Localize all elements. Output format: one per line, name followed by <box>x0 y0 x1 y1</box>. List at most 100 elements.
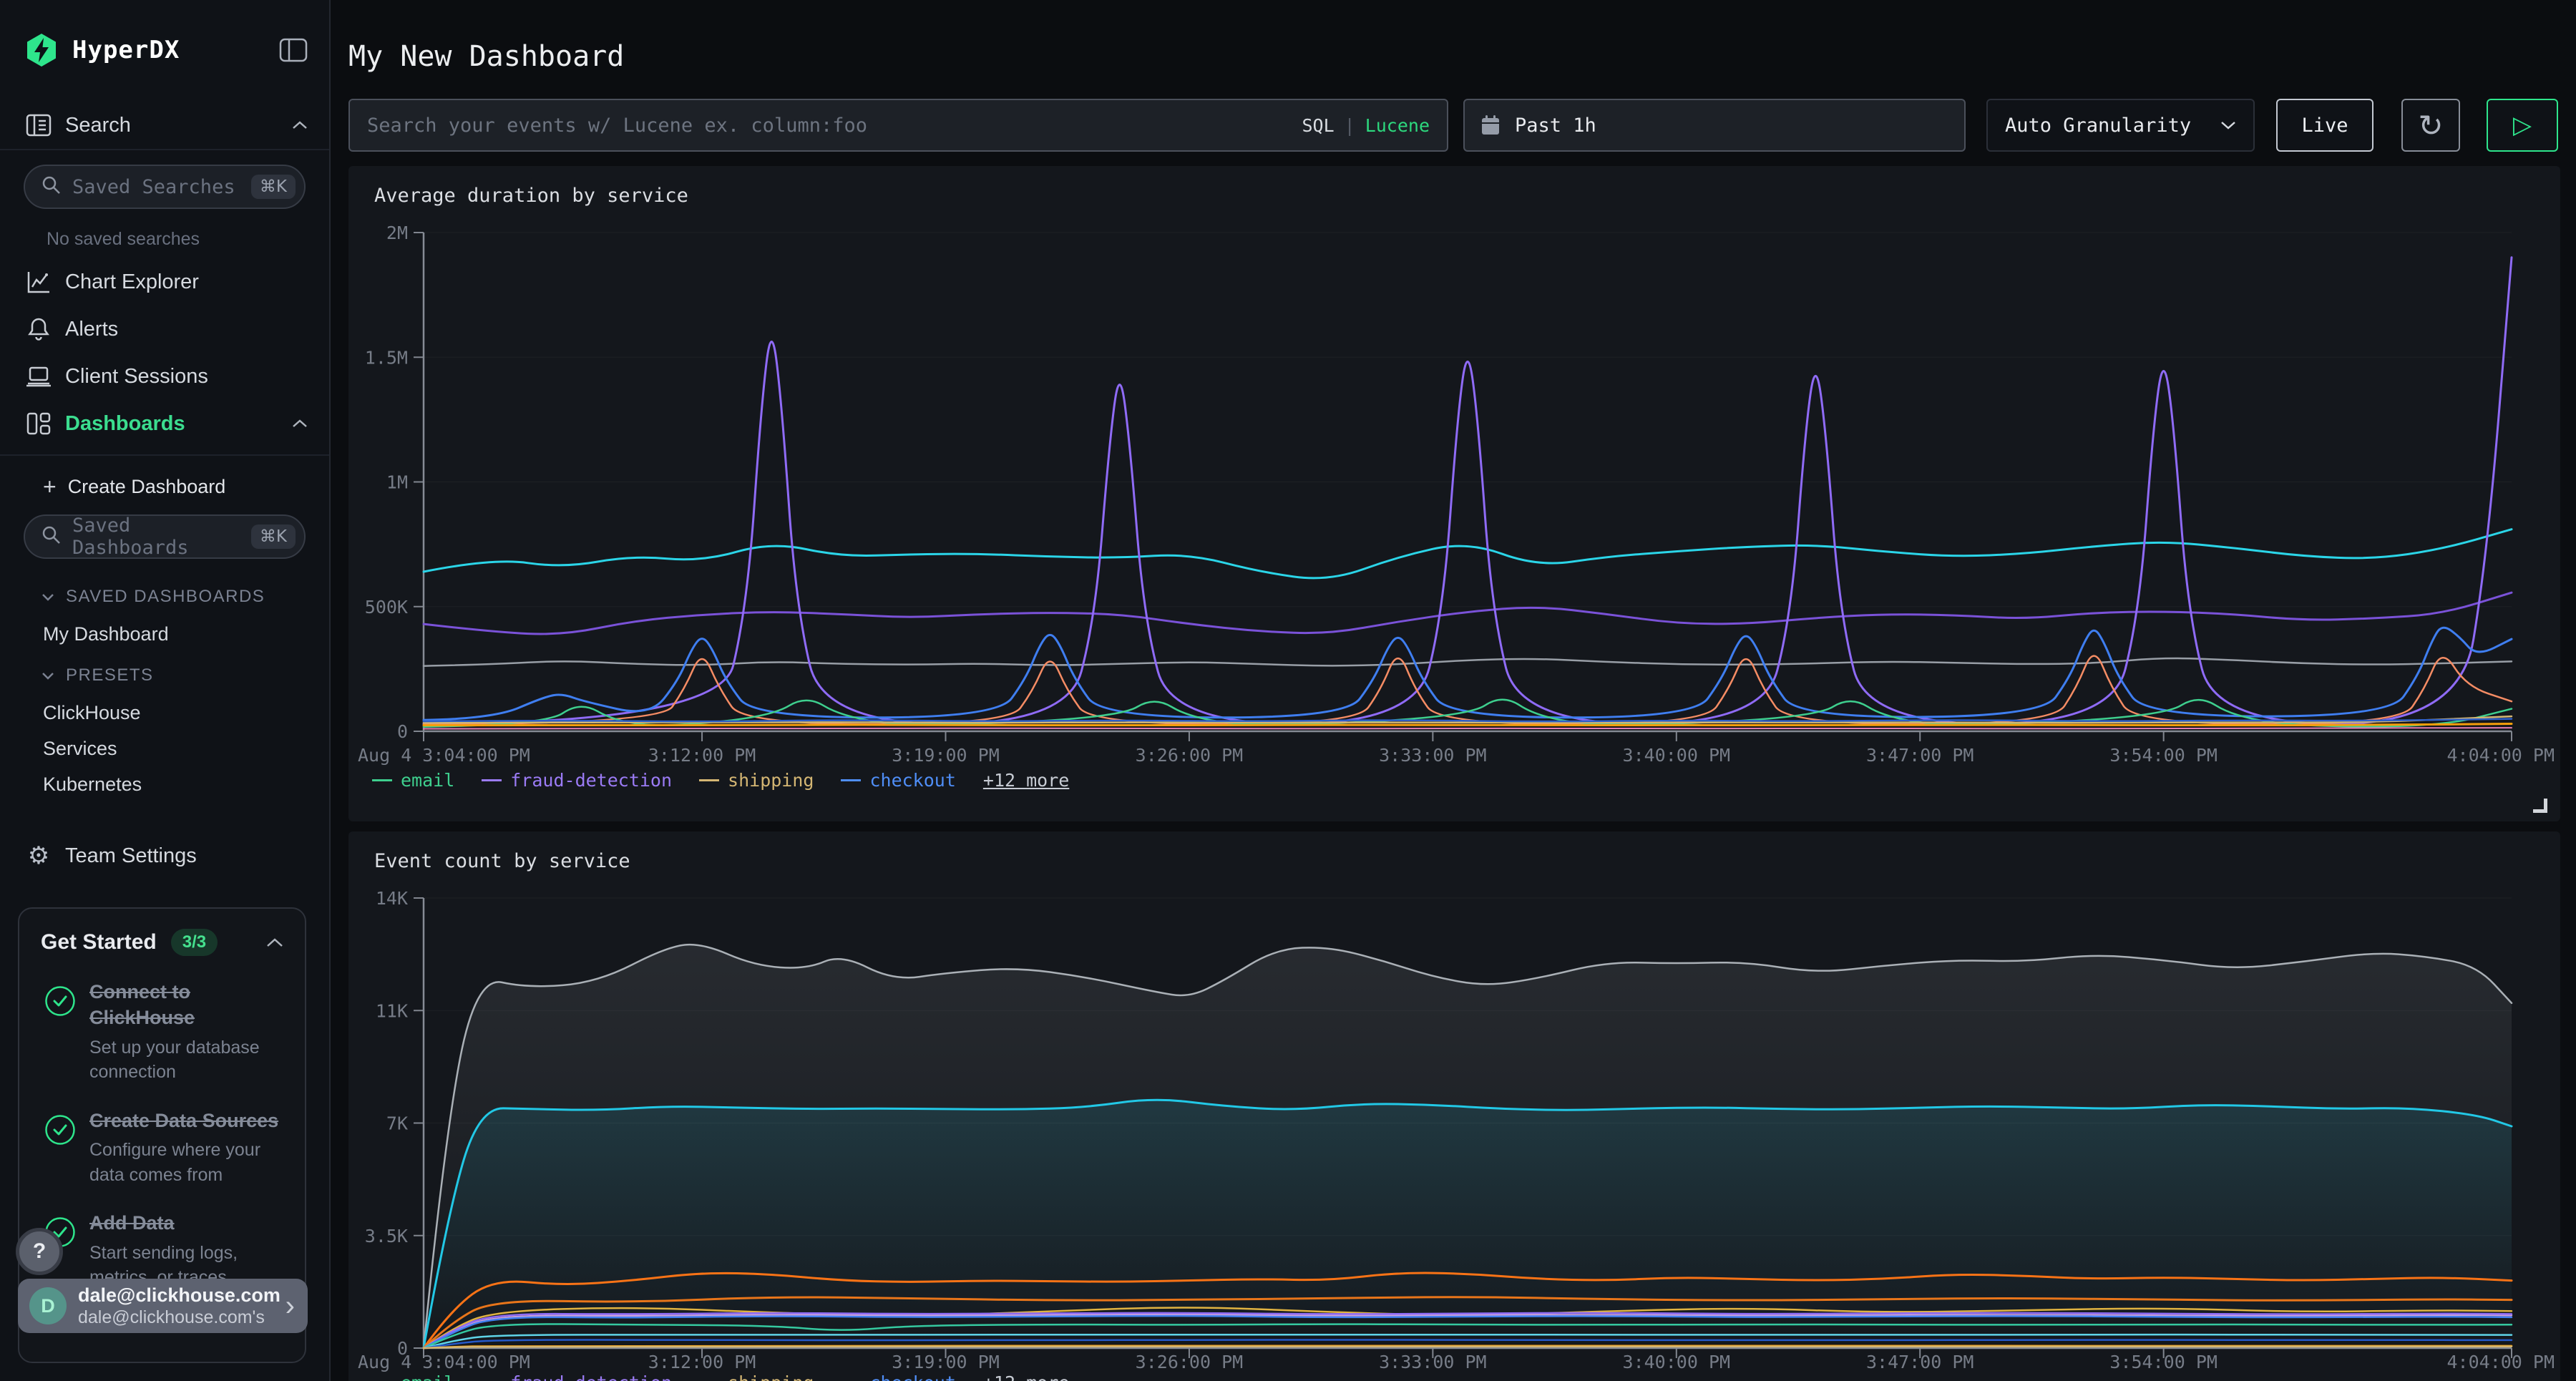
sidebar-item-client-sessions[interactable]: Client Sessions <box>0 353 329 400</box>
time-range-picker[interactable]: Past 1h <box>1463 99 1966 152</box>
granularity-value: Auto Granularity <box>2005 114 2191 137</box>
sql-toggle[interactable]: SQL <box>1302 115 1334 136</box>
legend-item[interactable]: shipping <box>699 770 814 791</box>
lucene-toggle[interactable]: Lucene <box>1365 115 1430 136</box>
no-saved-searches-text: No saved searches <box>47 229 329 250</box>
svg-text:1M: 1M <box>386 472 408 493</box>
main-content: My New Dashboard Search your events w/ L… <box>332 0 2576 1381</box>
sidebar-item-label: Client Sessions <box>65 365 208 389</box>
svg-text:3:54:00 PM: 3:54:00 PM <box>2109 745 2218 766</box>
svg-text:3:26:00 PM: 3:26:00 PM <box>1136 1352 1244 1372</box>
saved-dashboards-input[interactable]: Saved Dashboards ⌘K <box>24 514 306 559</box>
page-title: My New Dashboard <box>348 40 624 73</box>
legend-item[interactable]: checkout <box>841 1372 955 1381</box>
sidebar-header: HyperDX <box>0 0 329 70</box>
time-range-value: Past 1h <box>1515 114 1596 137</box>
chart-explorer-icon <box>24 270 54 294</box>
sidebar-item-search[interactable]: Search <box>0 102 329 149</box>
sidebar-item-team-settings[interactable]: ⚙ Team Settings <box>0 832 329 879</box>
divider <box>0 149 329 150</box>
svg-text:3:40:00 PM: 3:40:00 PM <box>1623 745 1731 766</box>
svg-text:11K: 11K <box>376 1000 408 1021</box>
user-org: dale@clickhouse.com's <box>78 1307 280 1328</box>
sidebar-item-dashboards[interactable]: Dashboards <box>0 400 329 447</box>
chart-panel-event-count: Event count by service 14K11K7K3.5K0Aug … <box>348 831 2560 1381</box>
legend-label: checkout <box>869 770 955 791</box>
legend-label: email <box>401 770 454 791</box>
svg-text:3:19:00 PM: 3:19:00 PM <box>892 1352 1000 1372</box>
shortcut-badge: ⌘K <box>251 175 296 199</box>
get-started-item[interactable]: Create Data Sources Configure where your… <box>41 1108 283 1187</box>
legend-label: fraud-detection <box>510 770 672 791</box>
create-dashboard-button[interactable]: + Create Dashboard <box>0 464 329 509</box>
legend-item[interactable]: email <box>372 1372 454 1381</box>
chevron-right-icon: › <box>286 1292 295 1320</box>
dashboards-grid-icon <box>24 411 54 436</box>
get-started-item-title: Create Data Sources <box>89 1108 283 1133</box>
toolbar: Search your events w/ Lucene ex. column:… <box>348 99 2558 152</box>
get-started-item[interactable]: Connect to ClickHouse Set up your databa… <box>41 979 283 1085</box>
sidebar-link-clickhouse[interactable]: ClickHouse <box>0 695 329 731</box>
legend-item[interactable]: checkout <box>841 770 955 791</box>
panel-resize-handle[interactable] <box>2533 799 2547 813</box>
legend-item[interactable]: fraud-detection <box>482 1372 672 1381</box>
sidebar-link-kubernetes[interactable]: Kubernetes <box>0 766 329 802</box>
section-saved-dashboards[interactable]: SAVED DASHBOARDS <box>0 577 329 616</box>
sidebar-item-label: Chart Explorer <box>65 270 199 294</box>
toggle-separator: | <box>1345 115 1355 136</box>
get-started-progress-badge: 3/3 <box>171 929 218 956</box>
sidebar-item-label: Search <box>65 114 131 137</box>
svg-text:3.5K: 3.5K <box>365 1226 408 1246</box>
live-button[interactable]: Live <box>2276 99 2373 152</box>
svg-text:3:19:00 PM: 3:19:00 PM <box>892 745 1000 766</box>
event-search-placeholder: Search your events w/ Lucene ex. column:… <box>367 114 867 137</box>
divider <box>0 454 329 456</box>
saved-searches-input[interactable]: Saved Searches ⌘K <box>24 165 306 209</box>
svg-text:3:54:00 PM: 3:54:00 PM <box>2109 1352 2218 1372</box>
event-search-input[interactable]: Search your events w/ Lucene ex. column:… <box>348 99 1448 152</box>
sidebar-item-label: Dashboards <box>65 412 185 436</box>
saved-searches-placeholder: Saved Searches <box>72 176 235 198</box>
user-account-chip[interactable]: D dale@clickhouse.com dale@clickhouse.co… <box>18 1279 308 1333</box>
query-language-toggle: SQL | Lucene <box>1302 115 1430 136</box>
sidebar-item-chart-explorer[interactable]: Chart Explorer <box>0 258 329 306</box>
svg-text:3:47:00 PM: 3:47:00 PM <box>1866 1352 1974 1372</box>
legend-item[interactable]: email <box>372 770 454 791</box>
get-started-title: Get Started <box>41 930 157 955</box>
check-circle-icon <box>44 985 77 1085</box>
legend-more-link[interactable]: +12 more <box>983 1372 1069 1381</box>
chevron-up-icon <box>292 419 308 429</box>
avatar: D <box>29 1287 67 1324</box>
sidebar-link-my-dashboard[interactable]: My Dashboard <box>0 616 329 652</box>
granularity-select[interactable]: Auto Granularity <box>1986 99 2255 152</box>
chevron-down-icon <box>42 592 54 601</box>
get-started-item-desc: Configure where your data comes from <box>89 1138 283 1187</box>
legend-item[interactable]: fraud-detection <box>482 770 672 791</box>
legend-label: fraud-detection <box>510 1372 672 1381</box>
section-presets[interactable]: PRESETS <box>0 656 329 695</box>
help-button[interactable]: ? <box>16 1228 63 1275</box>
sidebar-link-services[interactable]: Services <box>0 731 329 766</box>
svg-text:Aug 4 3:04:00 PM: Aug 4 3:04:00 PM <box>358 745 530 766</box>
line-chart-average-duration: 2M1.5M1M500K0Aug 4 3:04:00 PM3:12:00 PM3… <box>348 166 2560 821</box>
sidebar-item-label: Alerts <box>65 318 118 341</box>
chevron-down-icon <box>42 671 54 680</box>
chevron-up-icon[interactable] <box>266 937 283 948</box>
svg-text:Aug 4 3:04:00 PM: Aug 4 3:04:00 PM <box>358 1352 530 1372</box>
get-started-item-title: Add Data <box>89 1210 283 1236</box>
create-dashboard-label: Create Dashboard <box>68 476 226 498</box>
get-started-item-title: Connect to ClickHouse <box>89 979 283 1031</box>
refresh-button[interactable]: ↻ <box>2401 99 2460 152</box>
legend-more-link[interactable]: +12 more <box>983 770 1069 791</box>
sidebar-item-alerts[interactable]: Alerts <box>0 306 329 353</box>
sidebar-collapse-icon[interactable] <box>279 38 308 62</box>
brand-name: HyperDX <box>72 36 180 64</box>
legend-dash-icon <box>699 779 719 781</box>
svg-text:3:47:00 PM: 3:47:00 PM <box>1866 745 1974 766</box>
legend-item[interactable]: shipping <box>699 1372 814 1381</box>
legend-dash-icon <box>841 779 861 781</box>
legend-dash-icon <box>372 779 392 781</box>
gear-icon: ⚙ <box>24 841 54 870</box>
run-query-button[interactable]: ▷ <box>2487 99 2558 152</box>
svg-text:3:12:00 PM: 3:12:00 PM <box>648 1352 756 1372</box>
